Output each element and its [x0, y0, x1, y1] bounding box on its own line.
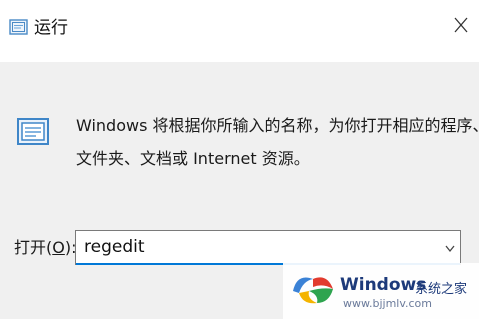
window-title: 运行	[34, 18, 68, 38]
close-icon	[453, 17, 469, 37]
open-input[interactable]	[84, 235, 424, 259]
description-line-2: 文件夹、文档或 Internet 资源。	[76, 149, 310, 168]
description-line-1: Windows 将根据你所输入的名称，为你打开相应的程序、	[76, 116, 479, 135]
open-combobox[interactable]	[75, 230, 461, 265]
watermark-subtitle: 系统之家	[415, 282, 468, 297]
watermark: Windows 系统之家 www.bjjmlv.com	[283, 263, 479, 319]
open-label-hotkey: O	[52, 238, 65, 257]
run-dialog-icon	[16, 114, 52, 150]
open-label: 打开(O):	[14, 237, 76, 259]
run-app-icon	[9, 17, 29, 37]
watermark-url: www.bjjmlv.com	[343, 297, 432, 310]
windows-logo-icon	[289, 269, 335, 309]
close-button[interactable]	[444, 10, 478, 44]
open-label-prefix: 打开(	[14, 238, 53, 257]
chevron-down-icon[interactable]	[444, 240, 456, 254]
title-bar: 运行	[0, 0, 479, 62]
watermark-title: Windows	[340, 275, 427, 295]
